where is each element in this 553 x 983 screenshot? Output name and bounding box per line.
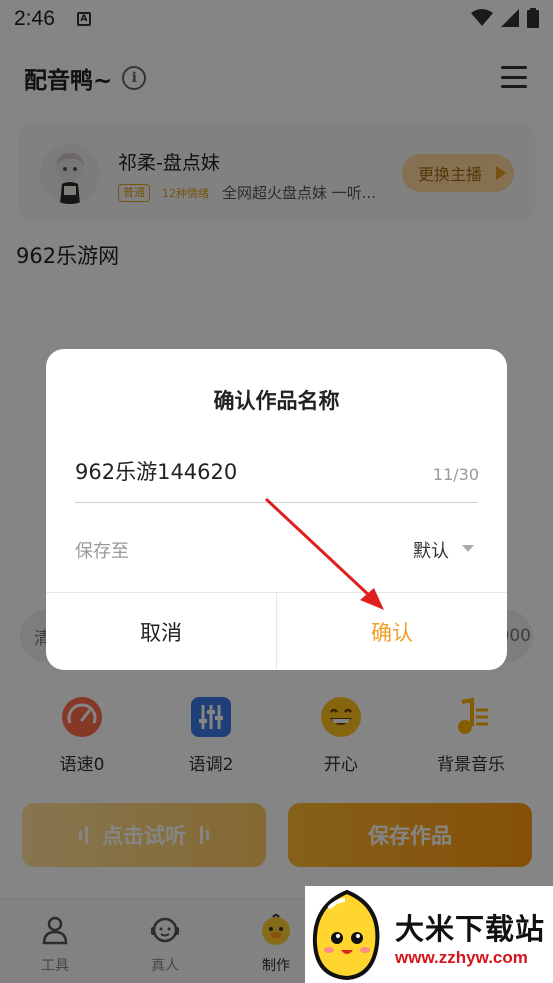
input-underline [75,502,478,503]
watermark-url: www.zzhyw.com [395,948,528,967]
confirm-button[interactable]: 确认 [277,593,507,670]
save-to-label: 保存至 [75,541,129,562]
name-char-count: 11/30 [432,465,479,484]
dialog-title: 确认作品名称 [213,389,340,413]
watermark-banner: 大米下载站 www.zzhyw.com [305,886,553,983]
save-to-select[interactable]: 默认 [413,537,449,563]
confirm-name-dialog: 确认作品名称 11/30 保存至 默认 取消 确认 [46,349,507,670]
cancel-button[interactable]: 取消 [46,593,276,670]
rice-mascot-logo [312,889,380,980]
dropdown-caret-icon[interactable] [462,545,474,552]
watermark-title: 大米下载站 [395,912,546,946]
work-name-input[interactable] [75,453,425,489]
